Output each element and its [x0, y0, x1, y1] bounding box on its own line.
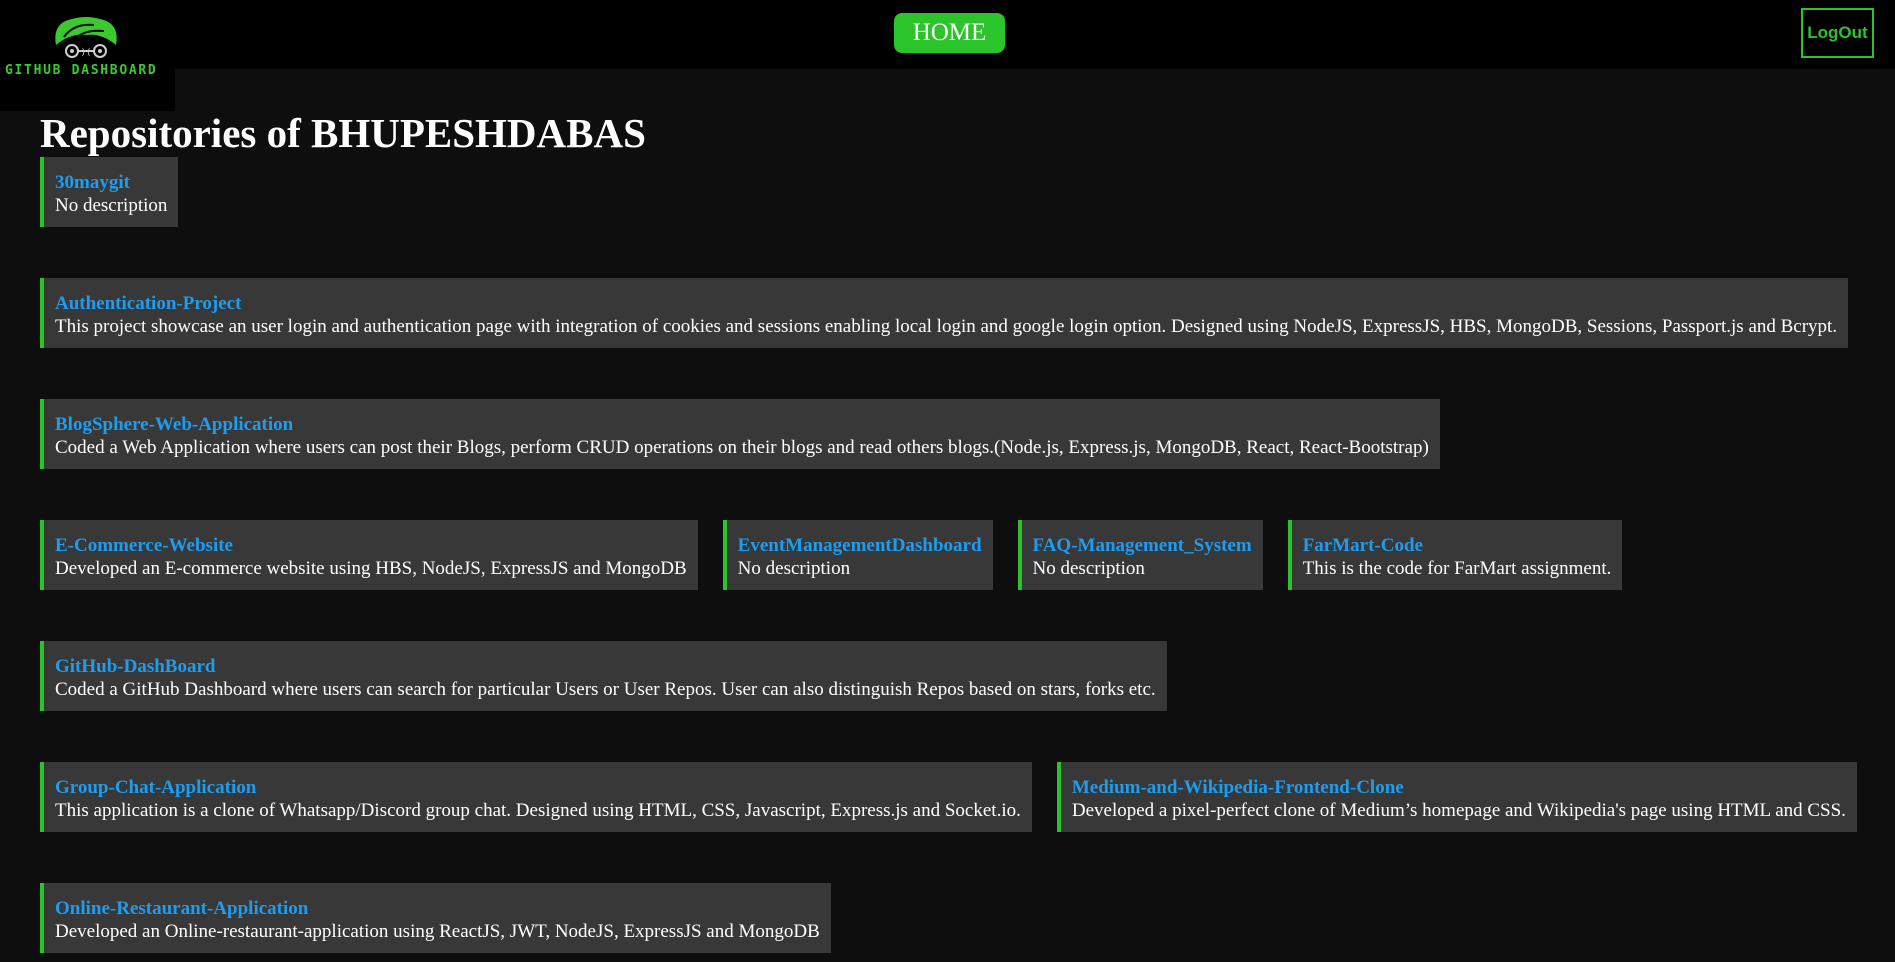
- logo[interactable]: )( GITHUB DASHBOARD: [0, 0, 175, 111]
- logout-button[interactable]: LogOut: [1801, 8, 1874, 58]
- logo-text: GITHUB DASHBOARD: [5, 63, 158, 78]
- repo-description: This application is a clone of Whatsapp/…: [55, 800, 1021, 821]
- repo-list: 30maygit No description Authentication-P…: [40, 157, 1865, 953]
- repo-card: Group-Chat-Application This application …: [40, 762, 1032, 832]
- repo-description: Developed an E-commerce website using HB…: [55, 558, 687, 579]
- svg-text:)(: )(: [81, 48, 92, 58]
- repo-description: Developed an Online-restaurant-applicati…: [55, 921, 820, 942]
- repo-description: This is the code for FarMart assignment.: [1302, 558, 1612, 579]
- repo-name-link[interactable]: FarMart-Code: [1303, 534, 1612, 557]
- repo-name-link[interactable]: Group-Chat-Application: [55, 776, 1021, 799]
- home-button[interactable]: HOME: [894, 13, 1005, 53]
- repo-card: E-Commerce-Website Developed an E-commer…: [40, 520, 698, 590]
- repo-name-link[interactable]: GitHub-DashBoard: [55, 655, 1156, 678]
- repo-card: FAQ-Management_System No description: [1017, 520, 1263, 590]
- repo-card: Authentication-Project This project show…: [40, 278, 1849, 348]
- repo-card: BlogSphere-Web-Application Coded a Web A…: [40, 399, 1440, 469]
- page-title: Repositories of BHUPESHDABAS: [40, 110, 646, 156]
- repo-description: No description: [737, 558, 851, 579]
- repo-card: EventManagementDashboard No description: [722, 520, 993, 590]
- repo-card: FarMart-Code This is the code for FarMar…: [1287, 520, 1623, 590]
- repo-card: 30maygit No description: [40, 157, 179, 227]
- repo-description: No description: [1032, 558, 1145, 579]
- repo-name-link[interactable]: E-Commerce-Website: [55, 534, 687, 557]
- repo-card: GitHub-DashBoard Coded a GitHub Dashboar…: [40, 641, 1167, 711]
- repo-name-link[interactable]: EventManagementDashboard: [738, 534, 982, 557]
- repo-card: Online-Restaurant-Application Developed …: [40, 883, 831, 953]
- repo-description: Developed a pixel-perfect clone of Mediu…: [1071, 800, 1846, 821]
- repo-card: Medium-and-Wikipedia-Frontend-Clone Deve…: [1056, 762, 1857, 832]
- top-navbar: )( GITHUB DASHBOARD HOME LogOut: [0, 0, 1895, 111]
- github-octocat-glasses-icon: )(: [55, 17, 117, 58]
- repo-description: No description: [55, 195, 168, 216]
- repo-name-link[interactable]: 30maygit: [55, 171, 167, 194]
- repo-name-link[interactable]: Online-Restaurant-Application: [55, 897, 820, 920]
- repo-description: Coded a Web Application where users can …: [55, 437, 1429, 458]
- repo-name-link[interactable]: Authentication-Project: [55, 292, 1837, 315]
- repo-name-link[interactable]: FAQ-Management_System: [1033, 534, 1252, 557]
- repo-name-link[interactable]: BlogSphere-Web-Application: [55, 413, 1429, 436]
- repo-description: This project showcase an user login and …: [55, 316, 1838, 337]
- repo-description: Coded a GitHub Dashboard where users can…: [55, 679, 1156, 700]
- repo-name-link[interactable]: Medium-and-Wikipedia-Frontend-Clone: [1072, 776, 1846, 799]
